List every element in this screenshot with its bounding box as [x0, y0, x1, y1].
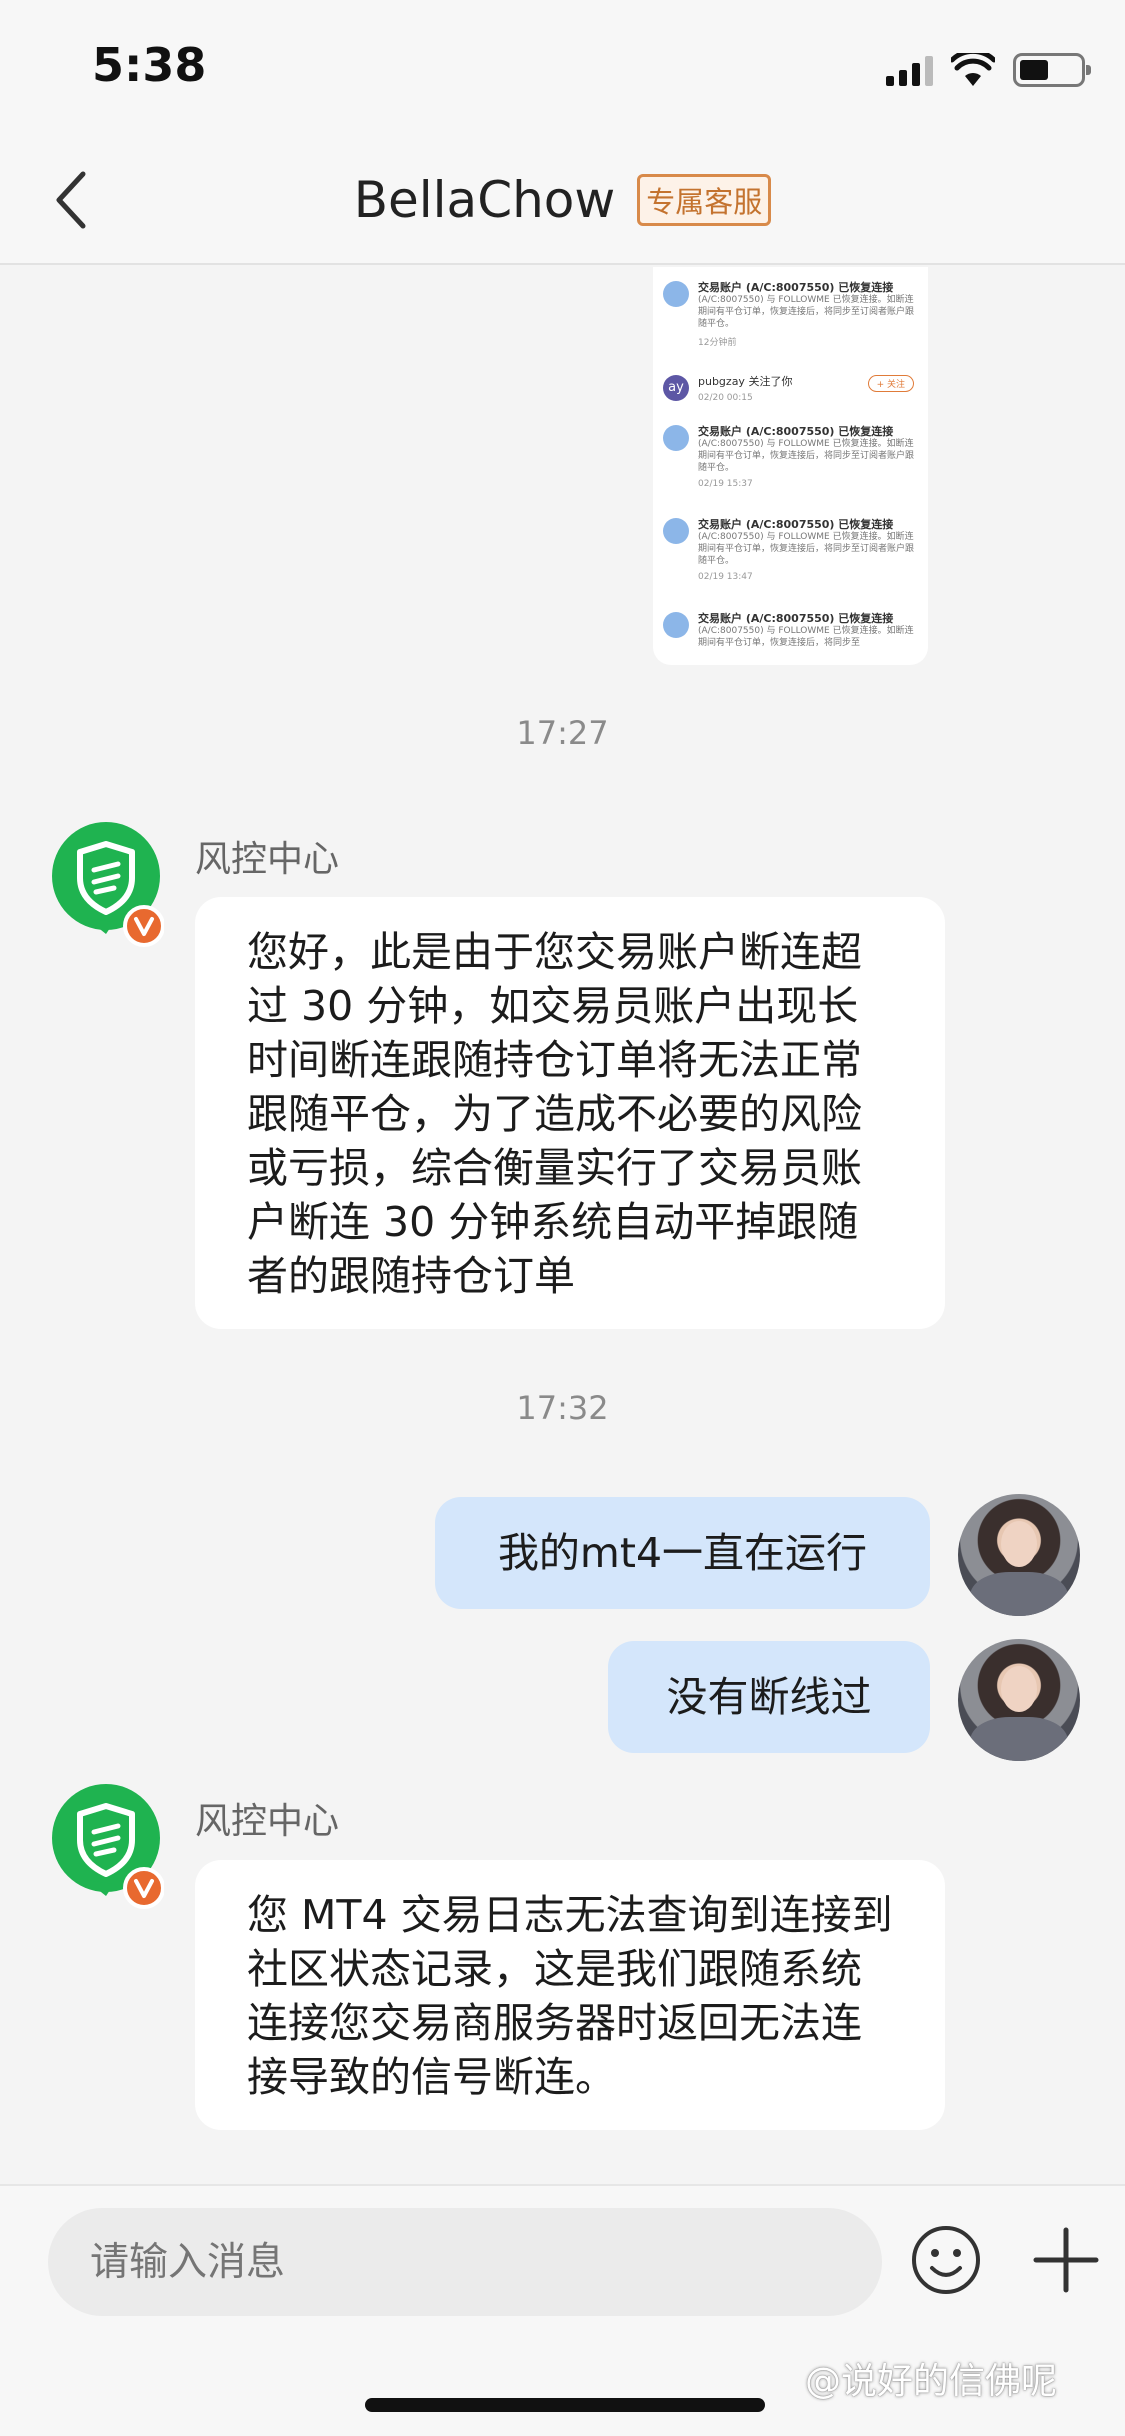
preview-entry-body: (A/C:8007550) 与 FOLLOWME 已恢复连接。如断连期间有平仓订… — [698, 295, 915, 329]
preview-entry: 交易账户 (A/C:8007550) 已恢复连接 (A/C:8007550) 与… — [653, 273, 928, 363]
preview-entry-body: (A/C:8007550) 与 FOLLOWME 已恢复连接。如断连期间有平仓订… — [698, 439, 915, 473]
user-avatar[interactable] — [958, 1494, 1080, 1616]
preview-avatar: ay — [663, 375, 689, 401]
preview-follow-label: + 关注 — [867, 375, 914, 392]
home-indicator[interactable] — [365, 2398, 765, 2412]
preview-entry: ay pubgzay 关注了你 02/20 00:15 + 关注 — [653, 367, 928, 417]
message-list[interactable]: 交易账户 (A/C:8007550) 已恢复连接 (A/C:8007550) 与… — [0, 267, 1125, 2184]
exclusive-service-badge: 专属客服 — [637, 174, 772, 226]
preview-entry-title: 交易账户 (A/C:8007550) 已恢复连接 — [698, 518, 894, 531]
wifi-icon — [951, 53, 995, 86]
preview-entry: 交易账户 (A/C:8007550) 已恢复连接 (A/C:8007550) 与… — [653, 510, 928, 600]
sender-name: 风控中心 — [195, 839, 340, 880]
incoming-message-bubble[interactable]: 您好，此是由于您交易账户断连超过 30 分钟，如交易员账户出现长时间断连跟随持仓… — [195, 897, 945, 1329]
preview-entry-title: 交易账户 (A/C:8007550) 已恢复连接 — [698, 612, 894, 625]
preview-entry-time: 12分钟前 — [698, 338, 737, 348]
message-input[interactable] — [48, 2208, 882, 2316]
cellular-signal-icon — [886, 54, 933, 86]
link-icon — [663, 518, 689, 544]
preview-entry-time: 02/19 13:47 — [698, 572, 753, 582]
preview-entry: 交易账户 (A/C:8007550) 已恢复连接 (A/C:8007550) 与… — [653, 417, 928, 507]
risk-control-avatar[interactable] — [52, 1784, 164, 1910]
status-icons — [886, 50, 1091, 90]
status-time: 5:38 — [92, 38, 207, 92]
input-bar: @说好的信佛呢 — [0, 2184, 1125, 2436]
preview-entry-body: (A/C:8007550) 与 FOLLOWME 已恢复连接。如断连期间有平仓订… — [698, 532, 915, 566]
preview-entry-time: 02/20 00:15 — [698, 393, 753, 403]
outgoing-message-bubble[interactable]: 没有断线过 — [608, 1641, 930, 1753]
preview-entry-title: 交易账户 (A/C:8007550) 已恢复连接 — [698, 281, 894, 294]
status-bar: 5:38 — [0, 0, 1125, 135]
battery-icon — [1013, 53, 1091, 87]
nav-title-group: BellaChow 专属客服 — [0, 171, 1125, 229]
link-icon — [663, 425, 689, 451]
risk-control-avatar[interactable] — [52, 822, 164, 948]
preview-entry-body: (A/C:8007550) 与 FOLLOWME 已恢复连接。如断连期间有平仓订… — [698, 626, 914, 648]
user-avatar[interactable] — [958, 1639, 1080, 1761]
timestamp-label: 17:27 — [516, 714, 609, 752]
preview-entry-title: 交易账户 (A/C:8007550) 已恢复连接 — [698, 425, 894, 438]
emoji-icon[interactable] — [910, 2224, 982, 2296]
preview-entry-time: 02/19 15:37 — [698, 479, 753, 489]
timestamp-label: 17:32 — [516, 1389, 609, 1427]
outgoing-message-bubble[interactable]: 我的mt4一直在运行 — [435, 1497, 930, 1609]
sender-name: 风控中心 — [195, 1801, 340, 1842]
incoming-message-bubble[interactable]: 您 MT4 交易日志无法查询到连接到社区状态记录，这是我们跟随系统连接您交易商服… — [195, 1860, 945, 2130]
link-icon — [663, 612, 689, 638]
nav-bar: BellaChow 专属客服 — [0, 135, 1125, 265]
link-icon — [663, 281, 689, 307]
preview-entry: 交易账户 (A/C:8007550) 已恢复连接 (A/C:8007550) 与… — [653, 604, 928, 665]
plus-icon[interactable] — [1033, 2224, 1099, 2296]
preview-entry-title: pubgzay 关注了你 — [698, 375, 793, 388]
watermark: @说好的信佛呢 — [805, 2361, 1058, 2402]
page-title: BellaChow — [353, 171, 616, 229]
image-message[interactable]: 交易账户 (A/C:8007550) 已恢复连接 (A/C:8007550) 与… — [653, 267, 928, 665]
